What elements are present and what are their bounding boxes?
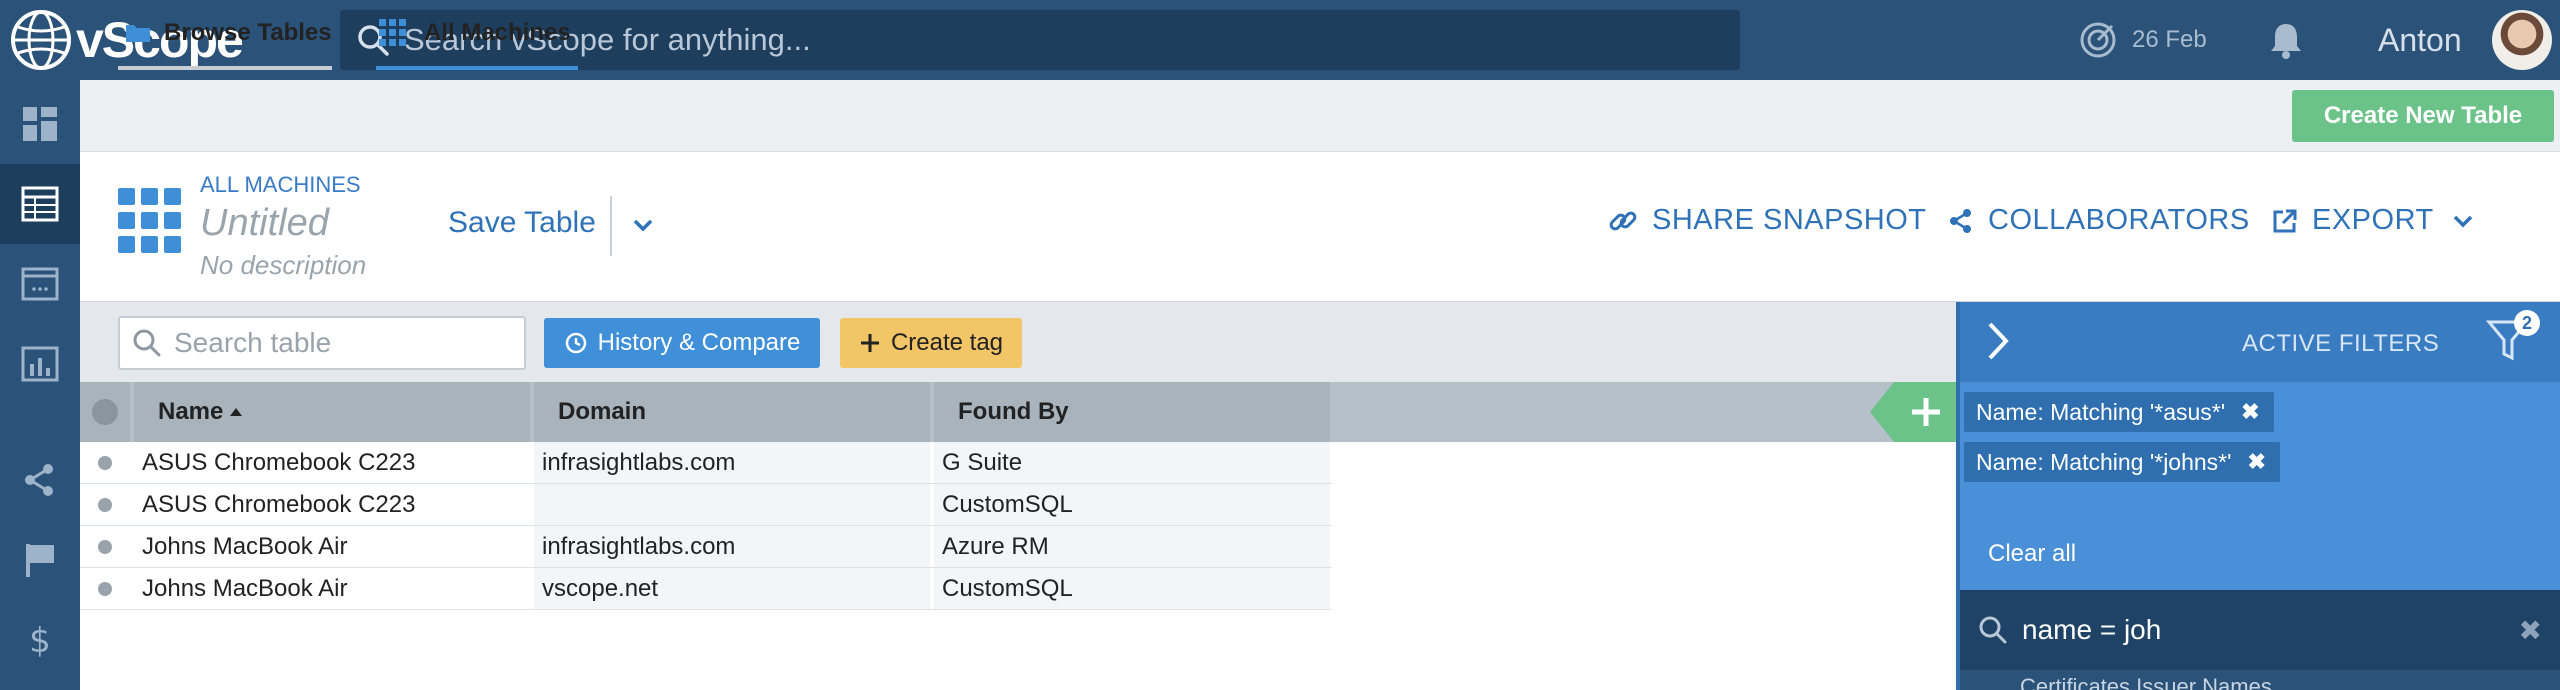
window-icon[interactable] (16, 260, 64, 308)
user-name: Anton (2378, 21, 2462, 58)
tag-label: Create tag (890, 329, 1004, 356)
date-display[interactable]: 26 Feb (2078, 16, 2207, 64)
filter-chip[interactable]: Name: Matching '*johns*' ✖ (1964, 442, 2280, 482)
share-icon (1950, 208, 1971, 233)
report-icon[interactable] (16, 340, 64, 388)
add-column-button[interactable] (1870, 382, 1956, 442)
row-select[interactable] (80, 568, 130, 609)
cell-name: Johns MacBook Air (142, 532, 348, 560)
chevron-right-icon[interactable] (1984, 320, 2012, 362)
user-menu[interactable]: Anton (2378, 16, 2462, 64)
search-icon (1979, 616, 2007, 644)
filter-search-input[interactable]: name = joh ✖ (1960, 590, 2560, 670)
tables-icon[interactable] (0, 164, 80, 244)
filter-chip-label: Name: Matching '*johns*' (1976, 448, 2232, 475)
dashboard-icon[interactable] (16, 100, 64, 148)
flag-icon[interactable] (16, 536, 64, 584)
export-button[interactable]: EXPORT (2272, 204, 2474, 237)
tab-label: Browse Tables (164, 19, 332, 46)
breadcrumb[interactable]: ALL MACHINES (200, 172, 361, 198)
table-search-input[interactable]: Search table (118, 316, 526, 370)
bell-icon (2271, 24, 2301, 59)
filter-chip-label: Name: Matching '*asus*' (1976, 398, 2226, 425)
row-select[interactable] (80, 526, 130, 567)
history-icon (565, 332, 586, 354)
tabs-bar (80, 80, 2560, 152)
filter-option-item[interactable]: Certificates Issuer Names (1960, 670, 2560, 690)
cell-found-by: Azure RM (934, 526, 1330, 567)
page-title[interactable]: Untitled (200, 202, 329, 245)
collaborators-label: COLLABORATORS (1988, 204, 2250, 236)
folder-icon (126, 25, 150, 42)
svg-text:$: $ (29, 621, 51, 660)
date-label: 26 Feb (2132, 26, 2207, 53)
tab-label: All Machines (424, 19, 571, 46)
globe-icon (11, 10, 71, 70)
cell-found-by: CustomSQL (934, 568, 1330, 609)
create-tag-button[interactable]: Create tag (840, 318, 1022, 368)
grid-icon (379, 19, 406, 46)
chevron-down-icon (2453, 215, 2472, 227)
collaborators-button[interactable]: COLLABORATORS (1948, 204, 2250, 237)
tab-browse-tables[interactable]: Browse Tables (118, 0, 332, 70)
table-search-placeholder: Search table (174, 327, 332, 358)
cell-domain: infrasightlabs.com (534, 526, 930, 567)
link-icon (1609, 211, 1637, 230)
plus-icon (860, 334, 879, 352)
close-icon[interactable]: ✖ (2241, 399, 2259, 425)
clear-all-button[interactable]: Clear all (1988, 540, 2076, 568)
select-all-toggle[interactable] (80, 382, 130, 442)
billing-icon[interactable]: $ (16, 616, 64, 664)
radar-icon (2080, 22, 2116, 58)
filter-search-value: name = joh (2022, 614, 2162, 645)
create-new-table-button[interactable]: Create New Table (2292, 90, 2554, 142)
cell-domain: vscope.net (534, 568, 930, 609)
filter-chip[interactable]: Name: Matching '*asus*' ✖ (1964, 392, 2274, 432)
row-select[interactable] (80, 484, 130, 525)
divider (610, 196, 612, 256)
row-select[interactable] (80, 442, 130, 483)
table-row[interactable]: ASUS Chromebook C223 CustomSQL (80, 484, 1332, 526)
page-description[interactable]: No description (200, 250, 366, 281)
cell-name: ASUS Chromebook C223 (142, 490, 416, 518)
grid-icon (118, 188, 181, 253)
column-label: Found By (958, 398, 1069, 425)
cell-name: ASUS Chromebook C223 (142, 448, 416, 476)
clear-icon[interactable]: ✖ (2519, 614, 2542, 647)
cell-found-by: G Suite (934, 442, 1330, 483)
history-label: History & Compare (597, 329, 801, 356)
search-icon (133, 329, 161, 357)
left-nav: $ (0, 80, 80, 690)
cell-domain (534, 484, 930, 525)
table-row[interactable]: ASUS Chromebook C223 infrasightlabs.com … (80, 442, 1332, 484)
share-label: SHARE SNAPSHOT (1652, 204, 1927, 236)
cell-domain: infrasightlabs.com (534, 442, 930, 483)
sort-asc-icon (230, 408, 243, 416)
column-header-name[interactable]: Name (134, 382, 530, 442)
tab-all-machines[interactable]: All Machines (376, 0, 578, 70)
external-link-icon (2273, 209, 2297, 232)
notifications-button[interactable] (2268, 20, 2304, 65)
chevron-down-icon[interactable] (632, 212, 654, 238)
column-header-domain[interactable]: Domain (534, 382, 930, 442)
export-label: EXPORT (2312, 204, 2434, 236)
share-icon[interactable] (16, 456, 64, 504)
avatar[interactable] (2492, 10, 2552, 70)
column-label: Name (158, 398, 224, 425)
history-compare-button[interactable]: History & Compare (544, 318, 820, 368)
filters-title: ACTIVE FILTERS (2242, 330, 2440, 357)
column-header-found-by[interactable]: Found By (934, 382, 1330, 442)
column-label: Domain (558, 398, 647, 425)
share-snapshot-button[interactable]: SHARE SNAPSHOT (1608, 204, 1927, 237)
cell-found-by: CustomSQL (934, 484, 1330, 525)
filter-count-badge: 2 (2514, 310, 2540, 336)
table-row[interactable]: Johns MacBook Air infrasightlabs.com Azu… (80, 526, 1332, 568)
save-table-button[interactable]: Save Table (448, 206, 596, 240)
table-row[interactable]: Johns MacBook Air vscope.net CustomSQL (80, 568, 1332, 610)
close-icon[interactable]: ✖ (2248, 449, 2266, 475)
cell-name: Johns MacBook Air (142, 574, 348, 602)
